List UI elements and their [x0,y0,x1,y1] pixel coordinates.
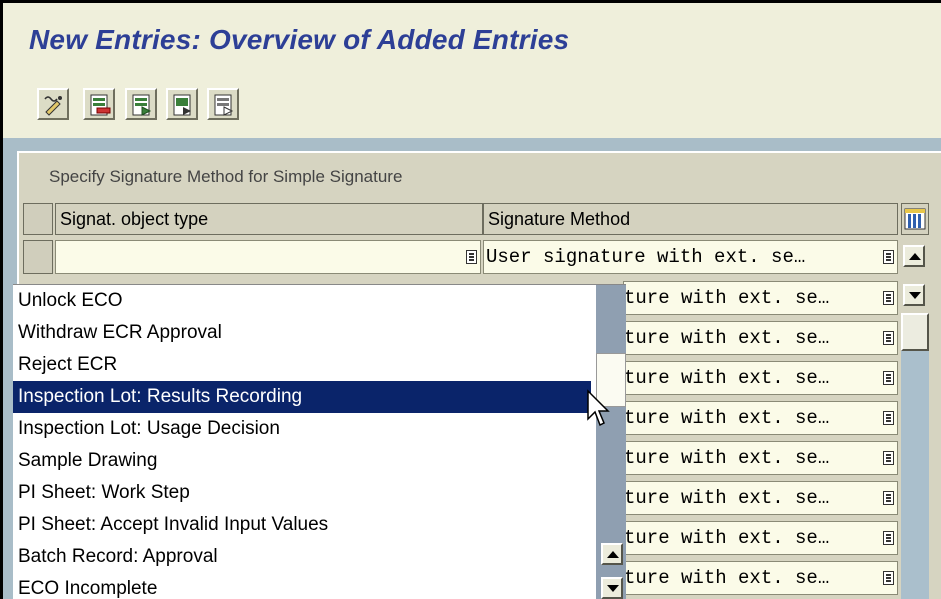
value-help-icon[interactable] [883,571,894,585]
deselect-all-icon [214,94,234,116]
method-input[interactable]: ture with ext. se… [623,401,898,435]
value-help-icon[interactable] [883,491,894,505]
arrow-up-icon [909,253,921,260]
method-value: ture with ext. se… [624,567,830,589]
method-input[interactable]: ture with ext. se… [623,561,898,595]
value-help-icon[interactable] [883,331,894,345]
select-all-rows-button[interactable] [23,203,53,235]
method-value: ture with ext. se… [624,447,830,469]
value-help-icon[interactable] [883,531,894,545]
method-value: ture with ext. se… [624,367,830,389]
method-input[interactable]: User signature with ext. se… [483,240,898,274]
method-value: ture with ext. se… [624,287,830,309]
table-scroll-down-button[interactable] [903,284,925,306]
value-help-dropdown: Unlock ECO Withdraw ECR Approval Reject … [13,284,626,599]
dropdown-item-selected[interactable]: Inspection Lot: Results Recording [13,381,591,413]
row-selector[interactable] [23,240,53,274]
select-block-icon [173,94,191,116]
table-settings-button[interactable] [901,203,929,235]
method-value: User signature with ext. se… [486,246,806,268]
column-header-method[interactable]: Signature Method [483,203,898,235]
delete-row-icon [90,94,111,116]
arrow-down-icon [909,292,921,299]
table-scrollbar-thumb[interactable] [901,313,929,351]
method-value: ture with ext. se… [624,487,830,509]
arrow-up-icon [607,551,619,558]
column-header-object-type[interactable]: Signat. object type [55,203,483,235]
dropdown-scroll-up-button[interactable] [601,543,623,565]
dropdown-item[interactable]: Reject ECR [13,349,591,381]
method-value: ture with ext. se… [624,327,830,349]
table-scrollbar-track[interactable] [901,313,929,599]
select-all-icon [132,94,152,116]
value-help-icon[interactable] [883,371,894,385]
dropdown-item[interactable]: PI Sheet: Work Step [13,477,591,509]
deselect-all-button[interactable] [207,88,239,120]
page-title: New Entries: Overview of Added Entries [29,24,570,55]
method-input[interactable]: ture with ext. se… [623,281,898,315]
dropdown-item[interactable]: PI Sheet: Accept Invalid Input Values [13,509,591,541]
table-settings-icon [904,208,926,230]
method-value: ture with ext. se… [624,527,830,549]
method-input[interactable]: ture with ext. se… [623,441,898,475]
delete-row-button[interactable] [83,88,115,120]
select-block-button[interactable] [166,88,198,120]
value-help-icon[interactable] [883,291,894,305]
arrow-down-icon [607,585,619,592]
table-scroll-up-button[interactable] [903,245,925,267]
dropdown-item[interactable]: Sample Drawing [13,445,591,477]
value-help-icon[interactable] [883,451,894,465]
value-help-icon[interactable] [466,250,477,264]
object-type-input[interactable] [55,240,481,274]
method-input[interactable]: ture with ext. se… [623,481,898,515]
change-display-button[interactable] [37,88,69,120]
select-all-button[interactable] [125,88,157,120]
application-toolbar [3,80,941,139]
method-value: ture with ext. se… [624,407,830,429]
change-display-icon [44,96,62,116]
method-input[interactable]: ture with ext. se… [623,321,898,355]
table-title: Specify Signature Method for Simple Sign… [49,167,403,186]
dropdown-item[interactable]: ECO Incomplete [13,573,591,599]
sap-window: New Entries: Overview of Added Entries S… [0,0,941,599]
dropdown-item[interactable]: Batch Record: Approval [13,541,591,573]
dropdown-item[interactable]: Withdraw ECR Approval [13,317,591,349]
dropdown-scroll-down-button[interactable] [601,577,623,599]
method-input[interactable]: ture with ext. se… [623,361,898,395]
value-help-icon[interactable] [883,250,894,264]
dropdown-item[interactable]: Inspection Lot: Usage Decision [13,413,591,445]
dropdown-item[interactable]: Unlock ECO [13,285,591,317]
mouse-cursor-icon [587,389,610,427]
value-help-icon[interactable] [883,411,894,425]
method-input[interactable]: ture with ext. se… [623,521,898,555]
title-bar: New Entries: Overview of Added Entries [3,3,941,80]
